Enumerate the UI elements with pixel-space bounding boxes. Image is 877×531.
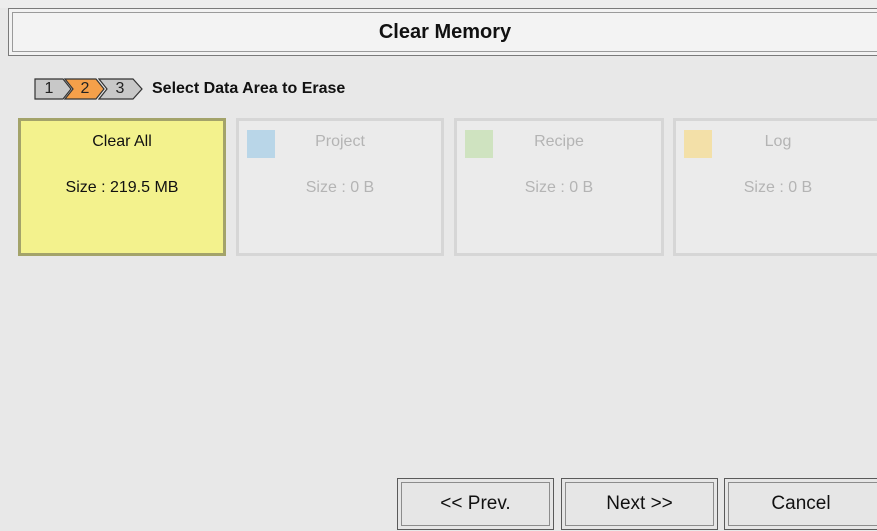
prev-button[interactable]: << Prev. [397, 478, 554, 530]
step-3-label: 3 [115, 80, 125, 97]
card-project-size: Size : 0 B [305, 179, 375, 196]
card-project-name: Project [315, 133, 365, 150]
card-log[interactable]: Log Size : 0 B [673, 118, 877, 256]
prev-button-frame [401, 482, 550, 526]
step-description: Select Data Area to Erase [152, 80, 346, 97]
card-recipe[interactable]: Recipe Size : 0 B [454, 118, 664, 256]
card-project[interactable]: Project Size : 0 B [236, 118, 444, 256]
card-clear-all-name: Clear All [92, 133, 152, 150]
card-clear-all[interactable]: Clear All Size : 219.5 MB [18, 118, 226, 256]
title-bar-inner: Clear Memory [12, 12, 877, 52]
card-recipe-name: Recipe [534, 133, 584, 150]
card-recipe-size: Size : 0 B [524, 179, 594, 196]
next-button[interactable]: Next >> [561, 478, 718, 530]
card-log-size: Size : 0 B [743, 179, 813, 196]
cancel-button[interactable]: Cancel [724, 478, 877, 530]
card-clear-all-size: Size : 219.5 MB [65, 179, 179, 196]
step-1-label: 1 [44, 80, 54, 97]
top-strip [0, 0, 877, 8]
cancel-button-frame [728, 482, 877, 526]
step-2-label: 2 [80, 80, 90, 97]
step-3-indicator: 3 [98, 78, 144, 100]
next-button-frame [565, 482, 714, 526]
title-bar: Clear Memory [8, 8, 877, 56]
window-title: Clear Memory [378, 20, 512, 43]
card-log-name: Log [764, 133, 792, 150]
